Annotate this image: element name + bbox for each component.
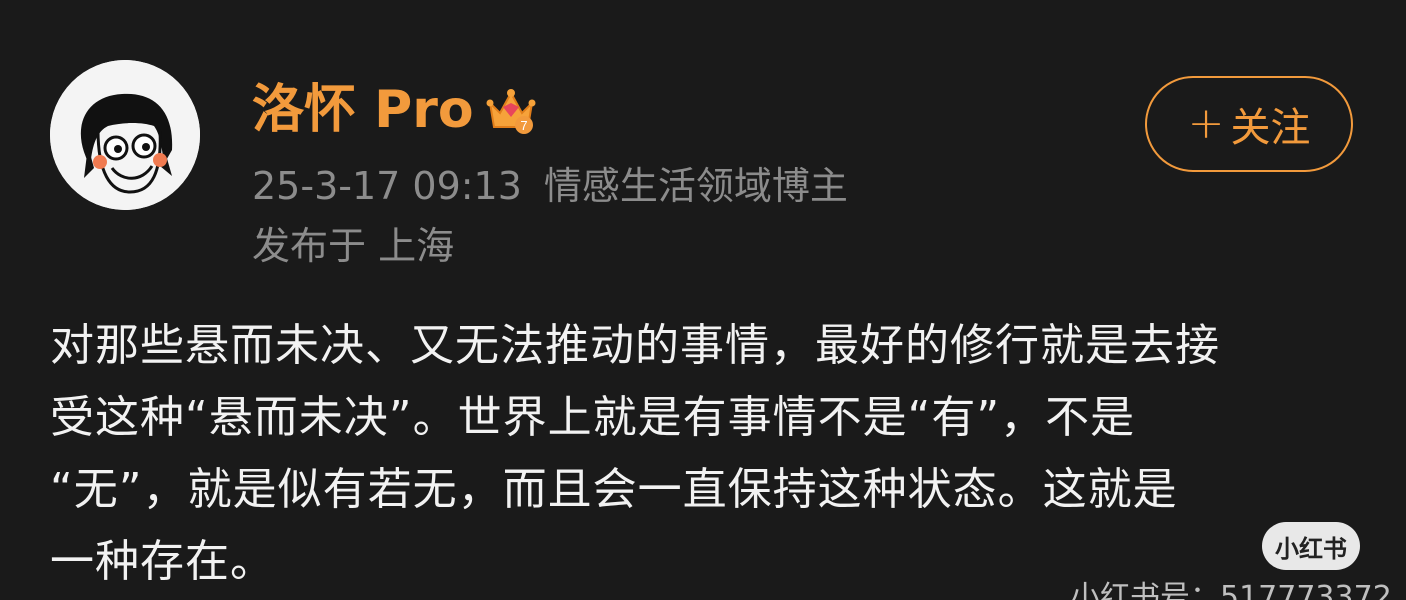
follow-button-label: 关注 <box>1230 105 1311 151</box>
creator-tag: 情感生活领域博主 <box>543 164 848 208</box>
follow-button[interactable]: + 关注 <box>1145 76 1353 172</box>
post-location: 发布于 上海 <box>252 224 455 268</box>
username[interactable]: 洛怀 Pro <box>252 78 474 142</box>
xiaohongshu-watermark-badge: 小红书 <box>1262 522 1360 570</box>
avatar[interactable] <box>50 60 200 210</box>
plus-icon: + <box>1187 98 1225 149</box>
cartoon-girl-avatar-icon <box>50 60 200 210</box>
xiaohongshu-id-watermark: 小红书号：517773372 <box>1070 580 1392 600</box>
post-body-text: 对那些悬而未决、又无法推动的事情，最好的修行就是去接 受这种“悬而未决”。世界上… <box>50 320 1220 587</box>
post-timestamp: 25-3-17 09:13 <box>252 164 522 208</box>
crown-badge-icon[interactable]: 7 <box>484 83 538 137</box>
crown-badge-number: 7 <box>520 118 527 133</box>
post-card: 洛怀 Pro 7 25-3-17 09:13 情感生活领域博主 发布于 上海 + … <box>0 0 1406 600</box>
post-meta: 25-3-17 09:13 情感生活领域博主 <box>252 163 848 209</box>
username-row: 洛怀 Pro 7 <box>252 78 538 142</box>
